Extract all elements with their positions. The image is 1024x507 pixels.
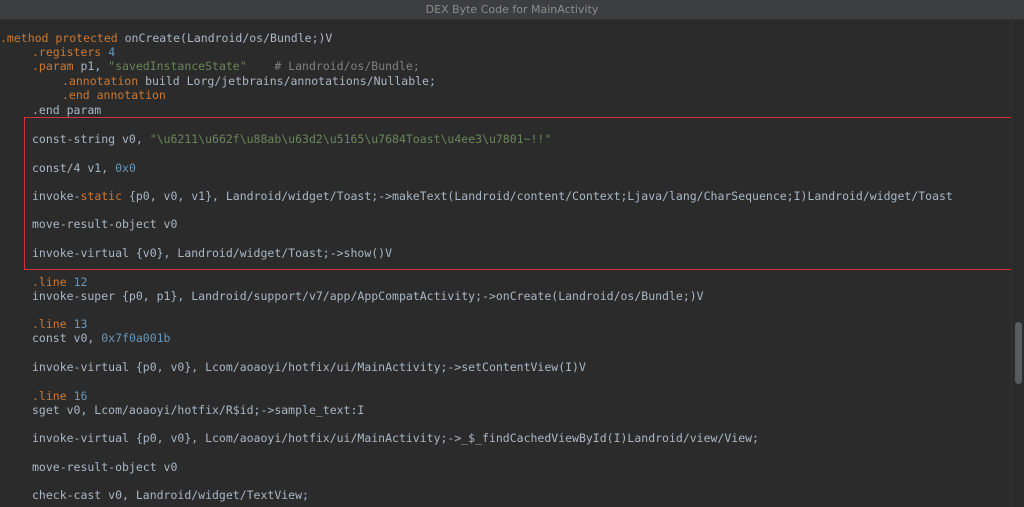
- dex-bytecode-window: DEX Byte Code for MainActivity .method p…: [0, 0, 1024, 507]
- scrollbar-thumb[interactable]: [1015, 322, 1022, 384]
- code-line-end-annotation: .end annotation: [62, 88, 166, 102]
- code-line-param: .param p1, "savedInstanceState" # Landro…: [32, 59, 420, 73]
- code-line-sget: sget v0, Lcom/aoaoyi/hotfix/R$id;->sampl…: [32, 403, 365, 417]
- code-line-line13: .line 13: [32, 317, 88, 331]
- code-line-end-param: .end param: [32, 103, 102, 117]
- code-line-const-string: const-string v0, "\u6211\u662f\u88ab\u63…: [32, 132, 552, 146]
- code-line-move-result-2: move-result-object v0: [32, 460, 178, 474]
- code-line-find-view: invoke-virtual {p0, v0}, Lcom/aoaoyi/hot…: [32, 431, 759, 445]
- window-title: DEX Byte Code for MainActivity: [0, 0, 1024, 20]
- vertical-scrollbar[interactable]: [1011, 20, 1024, 507]
- code-line-annotation: .annotation build Lorg/jetbrains/annotat…: [62, 74, 436, 88]
- code-editor[interactable]: .method protected onCreate(Landroid/os/B…: [0, 20, 1012, 507]
- code-line-method: .method protected onCreate(Landroid/os/B…: [0, 31, 333, 45]
- code-line-line16: .line 16: [32, 389, 88, 403]
- code-line-const4: const/4 v1, 0x0: [32, 161, 136, 175]
- code-line-line12: .line 12: [32, 275, 88, 289]
- code-line-check-cast: check-cast v0, Landroid/widget/TextView;: [32, 488, 309, 502]
- code-line-invoke-static: invoke-static {p0, v0, v1}, Landroid/wid…: [32, 189, 953, 203]
- code-line-invoke-show: invoke-virtual {v0}, Landroid/widget/Toa…: [32, 246, 393, 260]
- code-line-move-result: move-result-object v0: [32, 217, 178, 231]
- code-line-invoke-super: invoke-super {p0, p1}, Landroid/support/…: [32, 289, 704, 303]
- code-line-set-content-view: invoke-virtual {p0, v0}, Lcom/aoaoyi/hot…: [32, 360, 586, 374]
- code-line-const-v0: const v0, 0x7f0a001b: [32, 331, 171, 345]
- code-line-registers: .registers 4: [32, 45, 116, 59]
